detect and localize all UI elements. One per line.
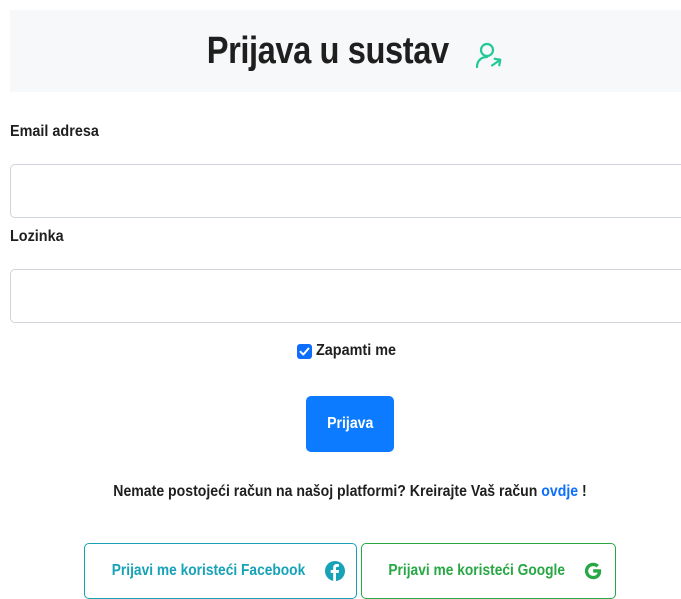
user-login-icon xyxy=(476,42,502,69)
password-field[interactable] xyxy=(10,269,681,323)
signup-suffix: ! xyxy=(582,483,587,500)
facebook-login-label: Prijavi me koristeći Facebook xyxy=(111,562,306,579)
facebook-icon xyxy=(325,561,345,581)
signup-text: Nemate postojeći račun na našoj platform… xyxy=(113,483,538,500)
login-button[interactable]: Prijava xyxy=(306,396,394,452)
facebook-login-button[interactable]: Prijavi me koristeći Facebook xyxy=(84,543,357,599)
page-title: Prijava u sustav xyxy=(206,29,449,72)
remember-me[interactable]: Zapamti me xyxy=(297,342,405,360)
signup-prompt: Nemate postojeći račun na našoj platform… xyxy=(0,483,681,501)
email-label: Email adresa xyxy=(10,123,99,140)
page-header: Prijava u sustav xyxy=(10,10,681,92)
signup-link[interactable]: ovdje xyxy=(541,483,578,500)
password-label: Lozinka xyxy=(10,228,64,245)
remember-label: Zapamti me xyxy=(316,342,397,359)
google-icon xyxy=(585,562,602,580)
google-login-label: Prijavi me koristeći Google xyxy=(388,562,565,579)
google-login-button[interactable]: Prijavi me koristeći Google xyxy=(361,543,616,599)
email-field[interactable] xyxy=(10,164,681,218)
checkmark-icon xyxy=(299,347,310,355)
login-button-label: Prijava xyxy=(326,415,374,432)
remember-checkbox[interactable] xyxy=(297,343,312,359)
